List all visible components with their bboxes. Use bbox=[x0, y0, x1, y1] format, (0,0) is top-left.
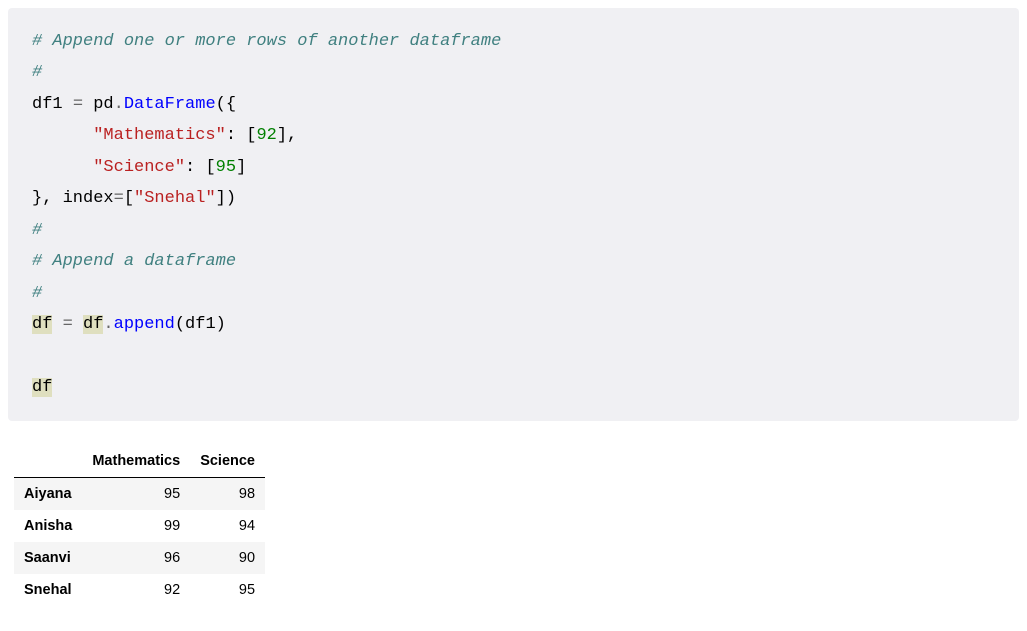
code-method: append bbox=[114, 315, 175, 334]
code-space bbox=[83, 95, 93, 114]
code-number: 95 bbox=[216, 158, 236, 177]
code-dot: . bbox=[103, 315, 113, 334]
table-header-empty bbox=[14, 445, 82, 478]
code-cell: # Append one or more rows of another dat… bbox=[8, 8, 1019, 421]
code-var-hl: df bbox=[83, 315, 103, 334]
code-args: (df1) bbox=[175, 315, 226, 334]
cell-value: 95 bbox=[82, 478, 190, 511]
table-row: Aiyana 95 98 bbox=[14, 478, 265, 511]
code-comment: # Append a dataframe bbox=[32, 252, 236, 271]
code-space bbox=[52, 315, 62, 334]
row-index: Anisha bbox=[14, 510, 82, 542]
code-punct: ], bbox=[277, 126, 297, 145]
cell-value: 90 bbox=[190, 542, 265, 574]
code-string: "Mathematics" bbox=[93, 126, 226, 145]
code-module: pd bbox=[93, 95, 113, 114]
code-punct: [ bbox=[124, 189, 134, 208]
code-punct: ] bbox=[236, 158, 246, 177]
code-number: 92 bbox=[256, 126, 276, 145]
cell-value: 95 bbox=[190, 574, 265, 606]
code-string: "Science" bbox=[93, 158, 185, 177]
code-comment: # bbox=[32, 63, 42, 82]
code-punct: ({ bbox=[216, 95, 236, 114]
cell-value: 99 bbox=[82, 510, 190, 542]
table-row: Snehal 92 95 bbox=[14, 574, 265, 606]
code-punct: : [ bbox=[226, 126, 257, 145]
code-comment: # Append one or more rows of another dat… bbox=[32, 32, 501, 51]
cell-value: 92 bbox=[82, 574, 190, 606]
code-class: DataFrame bbox=[124, 95, 216, 114]
code-comment: # bbox=[32, 221, 42, 240]
code-var-hl: df bbox=[32, 378, 52, 397]
code-operator: = bbox=[73, 95, 83, 114]
table-header-row: Mathematics Science bbox=[14, 445, 265, 478]
code-space bbox=[73, 315, 83, 334]
code-comment: # bbox=[32, 284, 42, 303]
code-operator: = bbox=[114, 189, 124, 208]
row-index: Aiyana bbox=[14, 478, 82, 511]
dataframe-output: Mathematics Science Aiyana 95 98 Anisha … bbox=[14, 445, 265, 606]
code-punct: ]) bbox=[216, 189, 236, 208]
row-index: Saanvi bbox=[14, 542, 82, 574]
code-kw: index bbox=[63, 189, 114, 208]
table-header-mathematics: Mathematics bbox=[82, 445, 190, 478]
cell-value: 98 bbox=[190, 478, 265, 511]
row-index: Snehal bbox=[14, 574, 82, 606]
code-string: "Snehal" bbox=[134, 189, 216, 208]
table-row: Saanvi 96 90 bbox=[14, 542, 265, 574]
table-row: Anisha 99 94 bbox=[14, 510, 265, 542]
cell-value: 96 bbox=[82, 542, 190, 574]
table-header-science: Science bbox=[190, 445, 265, 478]
code-operator: = bbox=[63, 315, 73, 334]
code-var: df1 bbox=[32, 95, 73, 114]
code-var-hl: df bbox=[32, 315, 52, 334]
cell-value: 94 bbox=[190, 510, 265, 542]
code-punct: : [ bbox=[185, 158, 216, 177]
code-punct: }, bbox=[32, 189, 63, 208]
code-dot: . bbox=[114, 95, 124, 114]
